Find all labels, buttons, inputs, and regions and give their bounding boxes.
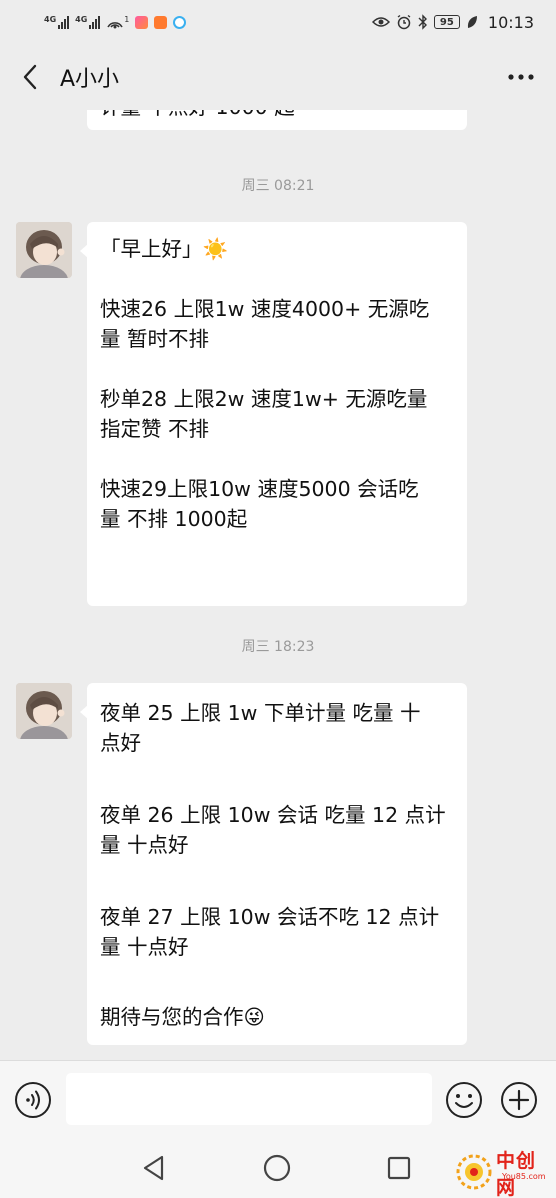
message-timestamp: 周三 08:21 bbox=[241, 178, 315, 194]
message-bubble[interactable]: 计量 十点好 1000 起 bbox=[87, 110, 467, 130]
message-text: 量 十点好 bbox=[100, 833, 189, 857]
triangle-back-icon bbox=[143, 1155, 164, 1181]
hotspot-count: 1 bbox=[124, 15, 130, 24]
emoji-button[interactable] bbox=[445, 1081, 483, 1119]
chat-header: A小小 bbox=[0, 44, 556, 110]
more-dots-icon bbox=[508, 74, 534, 80]
message-text: 计量 十点好 1000 起 bbox=[100, 110, 455, 122]
message-text: 秒单28 上限2w 速度1w+ 无源吃量 bbox=[100, 387, 428, 411]
contact-avatar[interactable] bbox=[16, 222, 72, 278]
message-timestamp: 周三 18:23 bbox=[241, 639, 315, 655]
clock: 10:13 bbox=[487, 12, 534, 32]
status-right: 95 10:13 bbox=[371, 12, 534, 32]
message-text: 期待与您的合作😜 bbox=[100, 1005, 265, 1029]
watermark-logo-icon bbox=[456, 1154, 492, 1190]
plus-icon bbox=[501, 1082, 537, 1118]
chevron-left-icon bbox=[23, 64, 37, 90]
battery-indicator: 95 bbox=[433, 15, 460, 29]
system-recent-button[interactable] bbox=[383, 1152, 415, 1184]
message-text: 快速29上限10w 速度5000 会话吃 bbox=[100, 477, 419, 501]
message-text: 量 不排 1000起 bbox=[100, 507, 248, 531]
message-text: 指定赞 不排 bbox=[100, 417, 210, 441]
emoji-icon bbox=[446, 1082, 482, 1118]
message-text: 夜单 25 上限 1w 下单计量 吃量 十 bbox=[100, 701, 421, 725]
voice-icon bbox=[15, 1082, 51, 1118]
message-list[interactable]: 计量 十点好 1000 起 周三 08:21 「早上好」☀️ 快速26 上限1w… bbox=[0, 110, 556, 1060]
circle-home-icon bbox=[263, 1154, 291, 1182]
system-back-button[interactable] bbox=[138, 1152, 170, 1184]
status-left: 4G 4G 1 bbox=[44, 15, 187, 29]
chat-title: A小小 bbox=[60, 67, 120, 92]
alarm-icon bbox=[397, 14, 411, 30]
back-button[interactable] bbox=[0, 44, 60, 110]
video-app-icon bbox=[135, 15, 149, 29]
chat-screen: 4G 4G 1 95 10:13 A小小 周三 08:21 「早上好」☀️ 快速… bbox=[0, 0, 556, 1198]
system-home-button[interactable] bbox=[261, 1152, 293, 1184]
message-text: 快速26 上限1w 速度4000+ 无源吃 bbox=[100, 297, 430, 321]
hotspot-icon: 1 bbox=[106, 15, 129, 29]
more-functions-button[interactable] bbox=[500, 1081, 538, 1119]
more-options-button[interactable] bbox=[486, 44, 556, 110]
network-type-label: 4G bbox=[75, 15, 88, 24]
watermark: 中创网 You85.com bbox=[454, 1146, 550, 1198]
input-bar bbox=[0, 1060, 556, 1138]
signal-strength-icon: 4G bbox=[44, 15, 70, 29]
voice-button[interactable] bbox=[14, 1081, 52, 1119]
message-bubble[interactable]: 「早上好」☀️ 快速26 上限1w 速度4000+ 无源吃 量 暂时不排 秒单2… bbox=[80, 222, 467, 606]
eye-comfort-icon bbox=[371, 17, 390, 27]
message-text: 量 十点好 bbox=[100, 935, 189, 959]
message-text: 夜单 26 上限 10w 会话 吃量 12 点计 bbox=[100, 803, 446, 827]
message-input[interactable] bbox=[66, 1073, 432, 1125]
status-bar: 4G 4G 1 95 10:13 bbox=[0, 0, 556, 44]
message-text: 量 暂时不排 bbox=[100, 327, 210, 351]
watermark-subtext: You85.com bbox=[502, 1172, 546, 1181]
bluetooth-icon bbox=[418, 14, 427, 30]
network-type-label: 4G bbox=[44, 15, 57, 24]
signal-strength-icon: 4G bbox=[75, 15, 101, 29]
message-text: 夜单 27 上限 10w 会话不吃 12 点计 bbox=[100, 905, 440, 929]
photo-app-icon bbox=[154, 15, 168, 29]
system-navigation-bar: 中创网 You85.com bbox=[0, 1138, 556, 1198]
contact-avatar[interactable] bbox=[16, 683, 72, 739]
browser-app-icon bbox=[173, 15, 187, 29]
message-bubble[interactable]: 夜单 25 上限 1w 下单计量 吃量 十 点好 夜单 26 上限 10w 会话… bbox=[80, 683, 467, 1045]
message-text: 「早上好」☀️ bbox=[100, 237, 229, 261]
message-text: 点好 bbox=[100, 731, 141, 755]
leaf-power-icon bbox=[467, 16, 477, 28]
square-recent-icon bbox=[387, 1156, 411, 1180]
